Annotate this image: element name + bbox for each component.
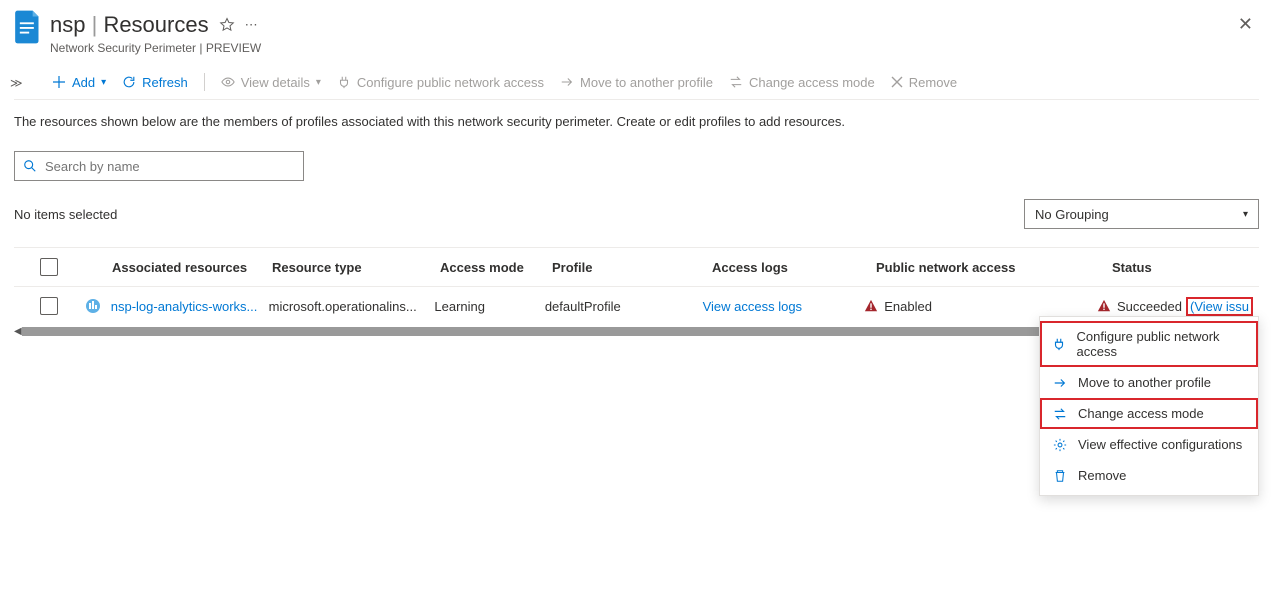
search-input[interactable] <box>43 158 295 175</box>
warning-icon <box>864 299 878 313</box>
page-title: Resources <box>103 12 208 37</box>
select-all-checkbox[interactable] <box>40 258 58 276</box>
refresh-button[interactable]: Refresh <box>122 75 188 90</box>
chevron-down-icon: ▾ <box>316 77 321 88</box>
log-analytics-icon <box>84 297 102 315</box>
menu-view-effective-config[interactable]: View effective configurations <box>1040 429 1258 460</box>
grouping-dropdown[interactable]: No Grouping ▾ <box>1024 199 1259 229</box>
col-status[interactable]: Status <box>1112 260 1251 275</box>
arrow-right-icon <box>560 75 574 89</box>
table-header-row: Associated resources Resource type Acces… <box>14 247 1259 287</box>
chevron-down-icon: ▾ <box>1243 209 1248 220</box>
scroll-left-arrow-icon[interactable]: ◀ <box>14 326 22 337</box>
col-public-network-access[interactable]: Public network access <box>876 260 1112 275</box>
selection-summary: No items selected <box>14 207 117 222</box>
document-icon <box>14 10 42 44</box>
col-resource-type[interactable]: Resource type <box>272 260 440 275</box>
close-icon[interactable]: ✕ <box>1232 10 1259 39</box>
x-icon <box>891 76 903 88</box>
plug-icon <box>1052 337 1066 351</box>
search-icon <box>23 159 37 173</box>
gear-icon <box>1052 438 1068 452</box>
command-bar: Add ▾ Refresh View details ▾ Configure p… <box>14 67 1259 100</box>
configure-pna-button[interactable]: Configure public network access <box>337 75 544 90</box>
profile-cell: defaultProfile <box>545 299 703 314</box>
plus-icon <box>52 75 66 89</box>
warning-icon <box>1097 299 1111 313</box>
access-mode-cell: Learning <box>434 299 544 314</box>
menu-configure-pna[interactable]: Configure public network access <box>1040 321 1258 367</box>
eye-icon <box>221 75 235 89</box>
chevron-down-icon: ▾ <box>101 77 106 88</box>
col-access-logs[interactable]: Access logs <box>712 260 876 275</box>
menu-move-profile[interactable]: Move to another profile <box>1040 367 1258 398</box>
menu-change-access-mode[interactable]: Change access mode <box>1040 398 1258 429</box>
plug-icon <box>337 75 351 89</box>
resource-type-cell: microsoft.operationalins... <box>269 299 435 314</box>
remove-button[interactable]: Remove <box>891 75 957 90</box>
refresh-icon <box>122 75 136 89</box>
favorite-star-icon[interactable] <box>219 17 235 33</box>
move-profile-button[interactable]: Move to another profile <box>560 75 713 90</box>
search-input-wrapper[interactable] <box>14 151 304 181</box>
status-cell: Succeeded <box>1117 299 1182 314</box>
swap-icon <box>729 75 743 89</box>
row-checkbox[interactable] <box>40 297 58 315</box>
expand-nav-icon[interactable]: ≫ <box>10 76 23 90</box>
row-context-menu: Configure public network access Move to … <box>1039 316 1259 496</box>
resource-name: nsp <box>50 12 85 37</box>
view-details-button[interactable]: View details ▾ <box>221 75 321 90</box>
resource-name-link[interactable]: nsp-log-analytics-works... <box>111 299 269 314</box>
swap-icon <box>1052 407 1068 421</box>
add-button[interactable]: Add ▾ <box>52 75 106 90</box>
trash-icon <box>1052 469 1068 483</box>
pna-cell: Enabled <box>884 299 932 314</box>
breadcrumb-subtitle: Network Security Perimeter | PREVIEW <box>50 41 1259 55</box>
col-profile[interactable]: Profile <box>552 260 712 275</box>
access-logs-link[interactable]: View access logs <box>703 299 865 314</box>
col-access-mode[interactable]: Access mode <box>440 260 552 275</box>
col-associated-resources[interactable]: Associated resources <box>112 260 272 275</box>
change-mode-button[interactable]: Change access mode <box>729 75 875 90</box>
description-text: The resources shown below are the member… <box>14 114 1259 129</box>
menu-remove[interactable]: Remove <box>1040 460 1258 491</box>
toolbar-divider <box>204 73 205 91</box>
view-issues-link[interactable]: (View issu <box>1188 299 1251 314</box>
more-dots-icon[interactable]: ⋯ <box>245 17 258 33</box>
title-separator: | <box>92 12 104 37</box>
arrow-right-icon <box>1052 376 1068 390</box>
